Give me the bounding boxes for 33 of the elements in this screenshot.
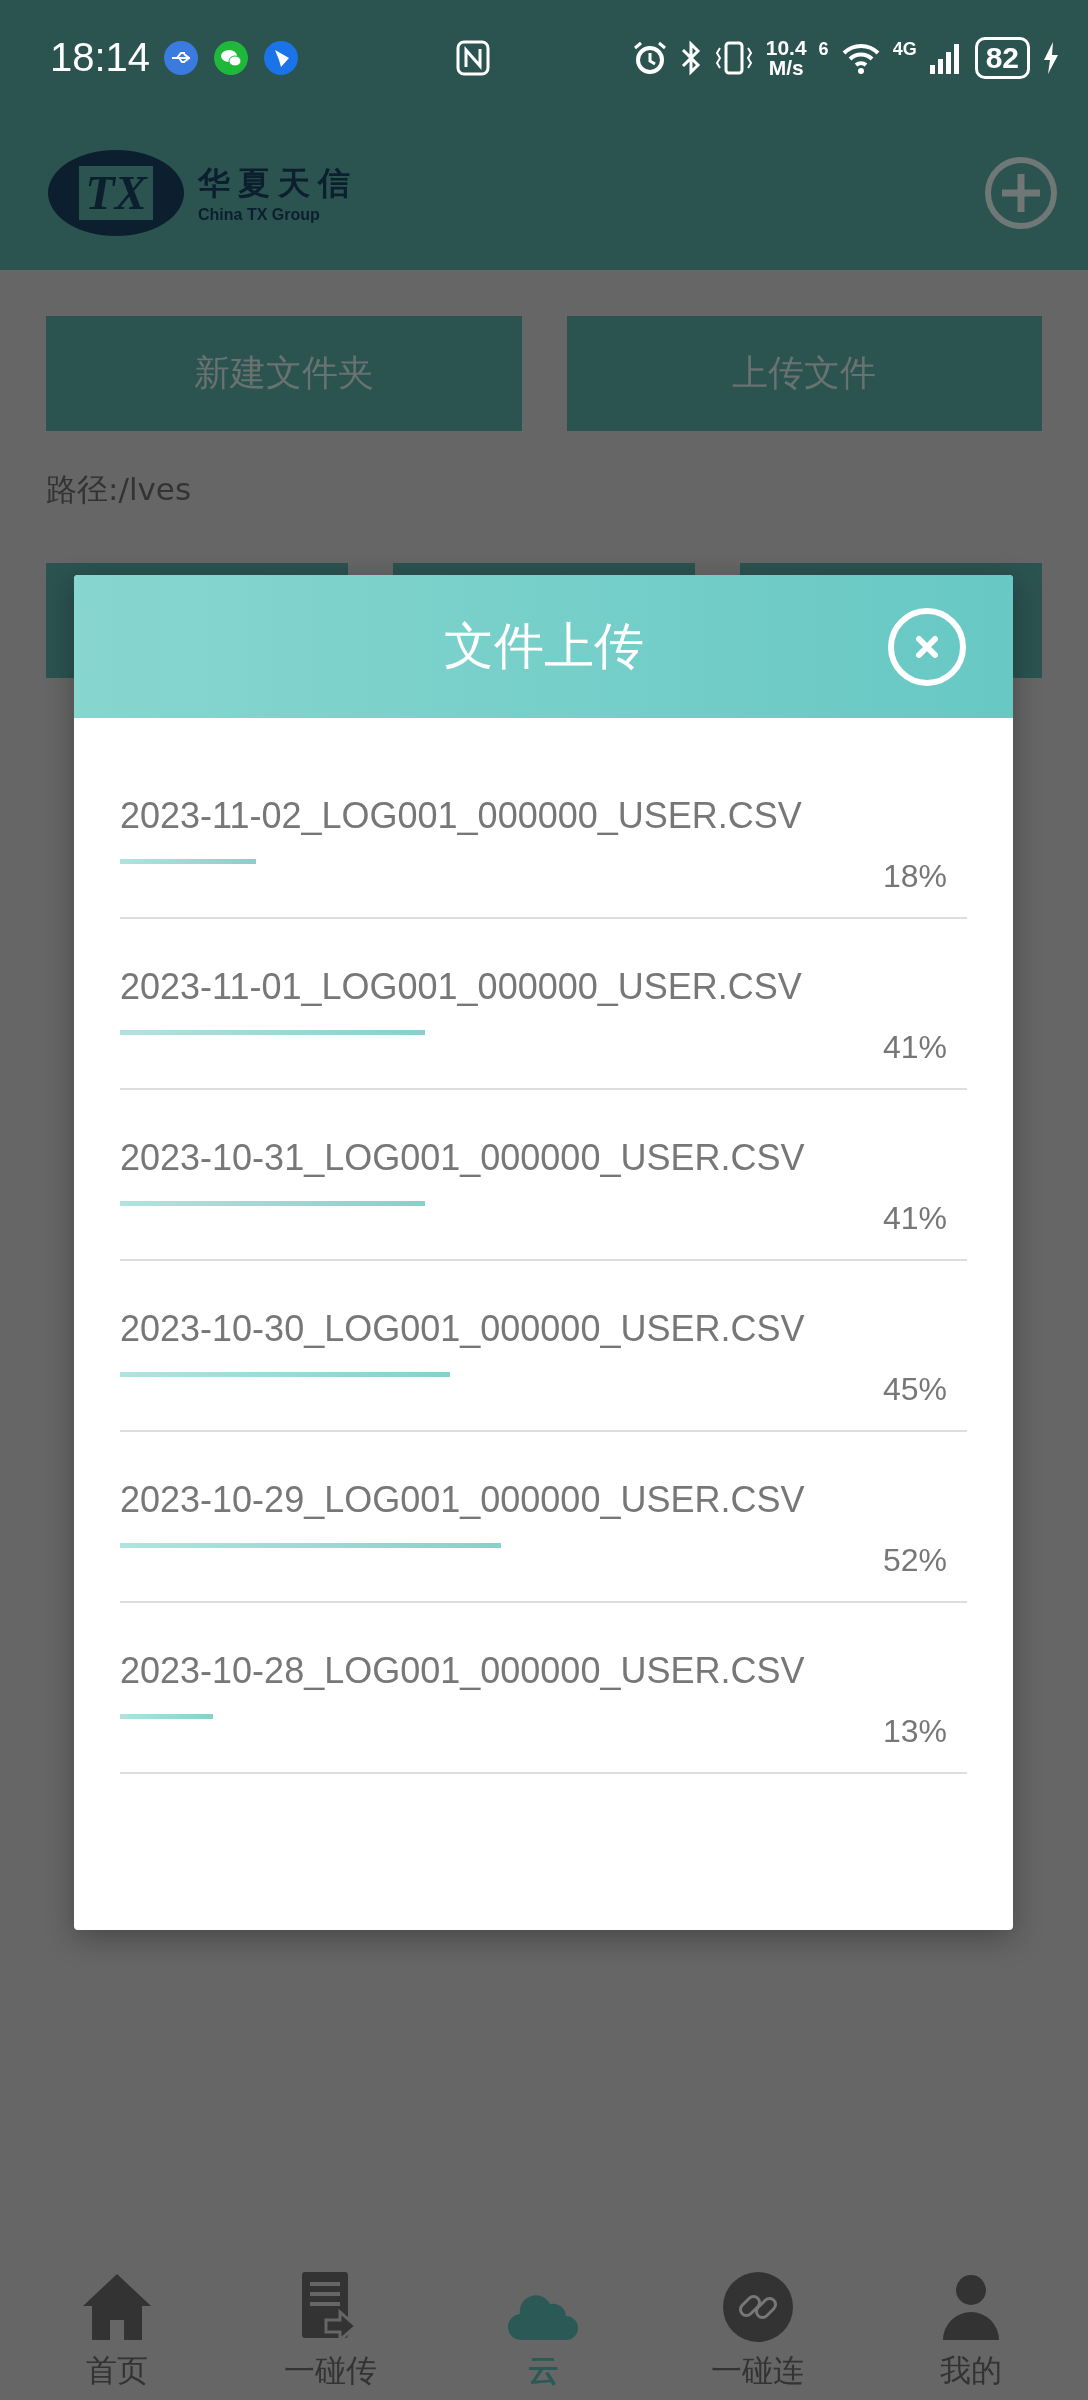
upload-percent: 52%: [882, 1542, 947, 1579]
action-button[interactable]: 上传文件: [566, 316, 1042, 431]
nfc-icon: [455, 39, 490, 76]
file-name: 2023-11-01_LOG001_000000_USER.CSV: [120, 966, 803, 1008]
file-name: 2023-11-02_LOG001_000000_USER.CSV: [120, 795, 803, 837]
wifi-label: 6: [818, 39, 829, 60]
nav-tab[interactable]: 云: [437, 2250, 651, 2392]
file-name: 2023-10-30_LOG001_000000_USER.CSV: [120, 1308, 806, 1350]
upload-percent: 18%: [882, 858, 947, 895]
link-icon: [722, 2272, 793, 2342]
speed-value: 10.4: [765, 37, 807, 58]
file-name: 2023-10-28_LOG001_000000_USER.CSV: [120, 1650, 806, 1692]
chat-icon: [214, 40, 249, 75]
usb-icon: [164, 40, 199, 75]
upload-percent: 45%: [882, 1371, 947, 1408]
upload-percent: 41%: [882, 1029, 947, 1066]
action-button[interactable]: 新建文件夹: [46, 316, 522, 431]
file-name: 2023-10-29_LOG001_000000_USER.CSV: [120, 1479, 806, 1521]
speed-unit: M/s: [767, 57, 805, 78]
upload-percent: 41%: [882, 1200, 947, 1237]
dialog-title: 文件上传: [443, 616, 644, 677]
charging-icon: [1042, 40, 1060, 75]
close-icon[interactable]: [887, 607, 967, 687]
battery-level: 82: [974, 36, 1030, 79]
alarm-icon: [631, 39, 668, 76]
bluetooth-icon: [679, 39, 702, 76]
vibrate-icon: [713, 39, 754, 76]
add-icon[interactable]: [984, 155, 1058, 230]
user-icon: [943, 2274, 1000, 2342]
network-label: 4G: [892, 39, 917, 60]
upload-percent: 13%: [882, 1713, 947, 1750]
file-name: 2023-10-31_LOG001_000000_USER.CSV: [120, 1137, 806, 1179]
clock-time: 18:14: [50, 35, 151, 80]
